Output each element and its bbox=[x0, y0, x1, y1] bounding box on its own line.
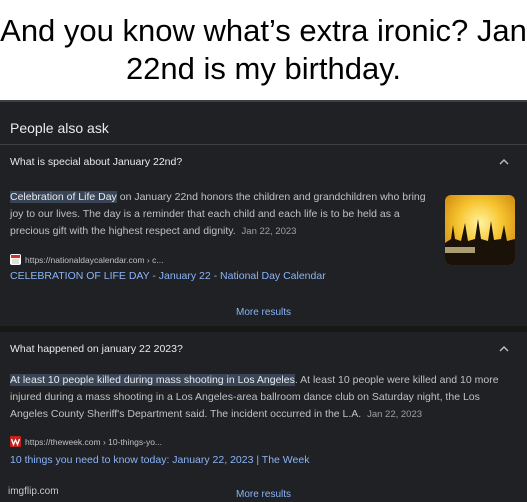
answer-2: At least 10 people killed during mass sh… bbox=[10, 372, 515, 423]
celebration-thumbnail[interactable] bbox=[445, 195, 515, 265]
result-link-1[interactable]: CELEBRATION OF LIFE DAY - January 22 - N… bbox=[10, 270, 326, 282]
theweek-favicon-icon bbox=[10, 436, 21, 448]
answer-date: Jan 22, 2023 bbox=[241, 226, 297, 237]
source-url: https://theweek.com › 10-things-yo... bbox=[25, 436, 163, 447]
answer-highlight: At least 10 people killed during mass sh… bbox=[10, 374, 295, 386]
people-also-ask-panel: People also ask What is special about Ja… bbox=[0, 100, 527, 502]
answer-1: Celebration of Life Day on January 22nd … bbox=[10, 189, 440, 240]
answer-date: Jan 22, 2023 bbox=[367, 409, 423, 420]
answer-highlight: Celebration of Life Day bbox=[10, 191, 117, 203]
people-also-ask-title: People also ask bbox=[10, 120, 109, 136]
celebration-image-icon bbox=[445, 195, 515, 265]
question-row-1[interactable]: What is special about January 22nd? bbox=[0, 144, 527, 185]
nationaldaycalendar-favicon-icon bbox=[10, 254, 21, 266]
chevron-up-icon[interactable] bbox=[499, 346, 509, 352]
source-row-2[interactable]: https://theweek.com › 10-things-yo... bbox=[10, 436, 163, 448]
question-row-2[interactable]: What happened on january 22 2023? bbox=[0, 332, 527, 372]
question-text: What happened on january 22 2023? bbox=[10, 343, 183, 355]
question-text: What is special about January 22nd? bbox=[10, 156, 183, 168]
source-url: https://nationaldaycalendar.com › c... bbox=[25, 254, 164, 265]
source-row-1[interactable]: https://nationaldaycalendar.com › c... bbox=[10, 254, 164, 266]
more-results-button-1[interactable]: More results bbox=[0, 307, 527, 318]
meme-caption: And you know what’s extra ironic? Jan 22… bbox=[0, 13, 527, 86]
imgflip-watermark: imgflip.com bbox=[8, 486, 59, 497]
more-results-button-2[interactable]: More results bbox=[0, 489, 527, 500]
chevron-up-icon[interactable] bbox=[499, 159, 509, 165]
result-link-2[interactable]: 10 things you need to know today: Januar… bbox=[10, 454, 309, 466]
